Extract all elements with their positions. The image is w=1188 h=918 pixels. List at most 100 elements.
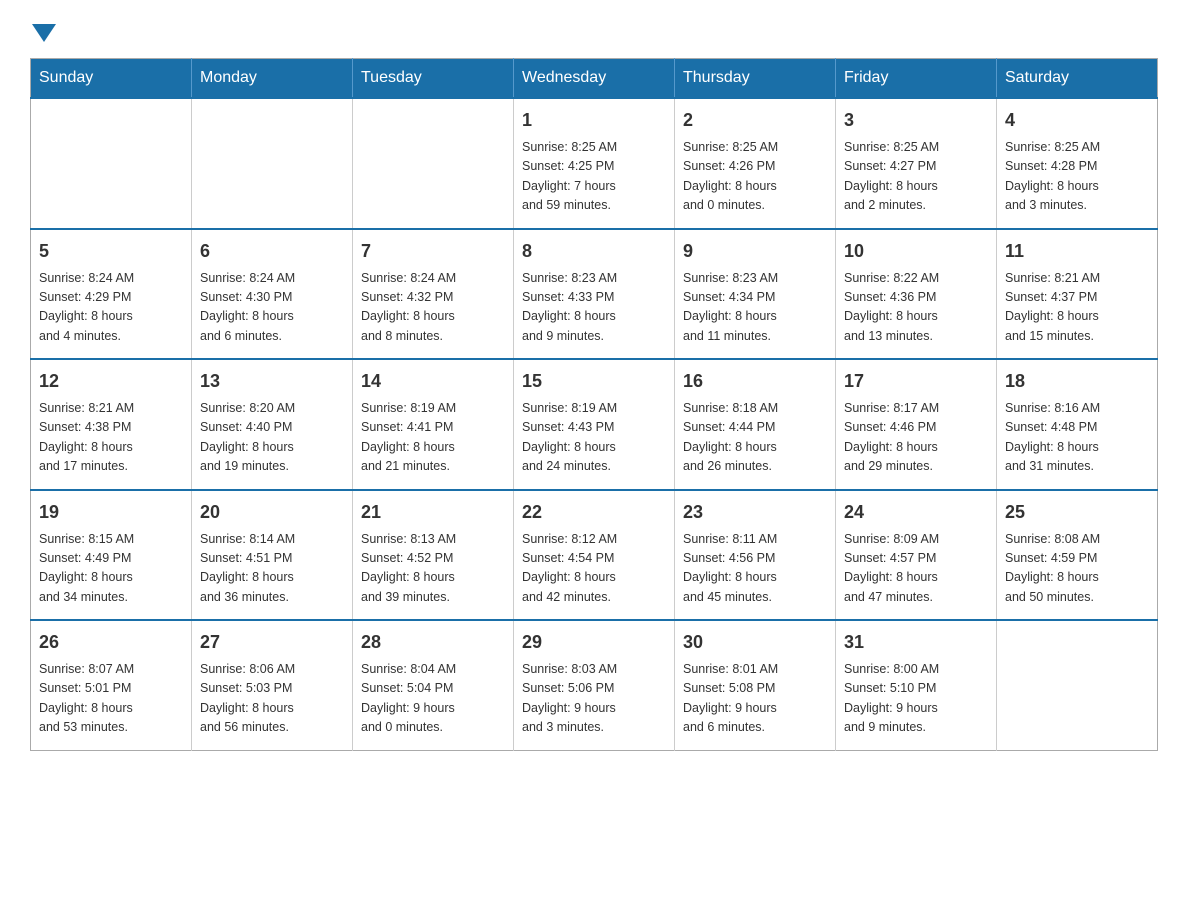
day-number: 22 bbox=[522, 499, 666, 526]
day-number: 13 bbox=[200, 368, 344, 395]
day-number: 26 bbox=[39, 629, 183, 656]
day-number: 6 bbox=[200, 238, 344, 265]
day-info: Sunrise: 8:03 AM Sunset: 5:06 PM Dayligh… bbox=[522, 660, 666, 738]
calendar-week-row: 19 Sunrise: 8:15 AM Sunset: 4:49 PM Dayli… bbox=[31, 490, 1158, 621]
calendar-cell: 11 Sunrise: 8:21 AM Sunset: 4:37 PM Dayli… bbox=[997, 229, 1158, 360]
calendar-cell: 9 Sunrise: 8:23 AM Sunset: 4:34 PM Daylig… bbox=[675, 229, 836, 360]
day-info: Sunrise: 8:14 AM Sunset: 4:51 PM Dayligh… bbox=[200, 530, 344, 608]
calendar-cell: 8 Sunrise: 8:23 AM Sunset: 4:33 PM Daylig… bbox=[514, 229, 675, 360]
calendar-cell: 12Sunrise: 8:21 AM Sunset: 4:38 PM Dayli… bbox=[31, 359, 192, 490]
calendar-cell: 19 Sunrise: 8:15 AM Sunset: 4:49 PM Dayli… bbox=[31, 490, 192, 621]
calendar-cell: 14 Sunrise: 8:19 AM Sunset: 4:41 PM Dayli… bbox=[353, 359, 514, 490]
calendar-cell: 6 Sunrise: 8:24 AM Sunset: 4:30 PM Daylig… bbox=[192, 229, 353, 360]
day-number: 11 bbox=[1005, 238, 1149, 265]
calendar-cell: 17 Sunrise: 8:17 AM Sunset: 4:46 PM Dayli… bbox=[836, 359, 997, 490]
calendar-cell: 25 Sunrise: 8:08 AM Sunset: 4:59 PM Dayli… bbox=[997, 490, 1158, 621]
day-number: 23 bbox=[683, 499, 827, 526]
day-number: 1 bbox=[522, 107, 666, 134]
day-info: Sunrise: 8:09 AM Sunset: 4:57 PM Dayligh… bbox=[844, 530, 988, 608]
calendar-cell bbox=[353, 98, 514, 229]
calendar-cell: 26Sunrise: 8:07 AM Sunset: 5:01 PM Dayli… bbox=[31, 620, 192, 750]
calendar-cell: 4 Sunrise: 8:25 AM Sunset: 4:28 PM Daylig… bbox=[997, 98, 1158, 229]
calendar-cell: 5 Sunrise: 8:24 AM Sunset: 4:29 PM Daylig… bbox=[31, 229, 192, 360]
calendar-week-row: 1 Sunrise: 8:25 AM Sunset: 4:25 PM Daylig… bbox=[31, 98, 1158, 229]
day-info: Sunrise: 8:23 AM Sunset: 4:34 PM Dayligh… bbox=[683, 269, 827, 347]
day-info: Sunrise: 8:16 AM Sunset: 4:48 PM Dayligh… bbox=[1005, 399, 1149, 477]
calendar-cell: 24 Sunrise: 8:09 AM Sunset: 4:57 PM Dayli… bbox=[836, 490, 997, 621]
calendar-cell: 1 Sunrise: 8:25 AM Sunset: 4:25 PM Daylig… bbox=[514, 98, 675, 229]
day-info: Sunrise: 8:24 AM Sunset: 4:29 PM Dayligh… bbox=[39, 269, 183, 347]
calendar-cell: 7 Sunrise: 8:24 AM Sunset: 4:32 PM Daylig… bbox=[353, 229, 514, 360]
day-of-week-header: Friday bbox=[836, 59, 997, 99]
day-number: 30 bbox=[683, 629, 827, 656]
day-number: 14 bbox=[361, 368, 505, 395]
logo-triangle-icon bbox=[32, 24, 56, 42]
day-number: 5 bbox=[39, 238, 183, 265]
day-number: 4 bbox=[1005, 107, 1149, 134]
day-number: 25 bbox=[1005, 499, 1149, 526]
calendar-header-row: SundayMondayTuesdayWednesdayThursdayFrid… bbox=[31, 59, 1158, 99]
day-number: 16 bbox=[683, 368, 827, 395]
day-number: 24 bbox=[844, 499, 988, 526]
day-info: Sunrise: 8:21 AM Sunset: 4:38 PM Dayligh… bbox=[39, 399, 183, 477]
calendar-cell: 30 Sunrise: 8:01 AM Sunset: 5:08 PM Dayli… bbox=[675, 620, 836, 750]
day-info: Sunrise: 8:25 AM Sunset: 4:26 PM Dayligh… bbox=[683, 138, 827, 216]
day-number: 8 bbox=[522, 238, 666, 265]
day-info: Sunrise: 8:18 AM Sunset: 4:44 PM Dayligh… bbox=[683, 399, 827, 477]
calendar-cell: 31Sunrise: 8:00 AM Sunset: 5:10 PM Dayli… bbox=[836, 620, 997, 750]
day-number: 15 bbox=[522, 368, 666, 395]
day-info: Sunrise: 8:00 AM Sunset: 5:10 PM Dayligh… bbox=[844, 660, 988, 738]
calendar-cell: 23Sunrise: 8:11 AM Sunset: 4:56 PM Dayli… bbox=[675, 490, 836, 621]
day-info: Sunrise: 8:25 AM Sunset: 4:28 PM Dayligh… bbox=[1005, 138, 1149, 216]
day-number: 28 bbox=[361, 629, 505, 656]
calendar-cell: 21 Sunrise: 8:13 AM Sunset: 4:52 PM Dayli… bbox=[353, 490, 514, 621]
day-number: 17 bbox=[844, 368, 988, 395]
day-info: Sunrise: 8:23 AM Sunset: 4:33 PM Dayligh… bbox=[522, 269, 666, 347]
calendar-cell: 3 Sunrise: 8:25 AM Sunset: 4:27 PM Daylig… bbox=[836, 98, 997, 229]
day-info: Sunrise: 8:01 AM Sunset: 5:08 PM Dayligh… bbox=[683, 660, 827, 738]
page-header bbox=[30, 20, 1158, 38]
day-of-week-header: Thursday bbox=[675, 59, 836, 99]
day-number: 10 bbox=[844, 238, 988, 265]
day-number: 27 bbox=[200, 629, 344, 656]
day-number: 20 bbox=[200, 499, 344, 526]
day-info: Sunrise: 8:19 AM Sunset: 4:43 PM Dayligh… bbox=[522, 399, 666, 477]
day-info: Sunrise: 8:04 AM Sunset: 5:04 PM Dayligh… bbox=[361, 660, 505, 738]
day-info: Sunrise: 8:15 AM Sunset: 4:49 PM Dayligh… bbox=[39, 530, 183, 608]
calendar-cell bbox=[192, 98, 353, 229]
day-number: 7 bbox=[361, 238, 505, 265]
calendar-week-row: 12Sunrise: 8:21 AM Sunset: 4:38 PM Dayli… bbox=[31, 359, 1158, 490]
calendar-cell bbox=[31, 98, 192, 229]
day-number: 3 bbox=[844, 107, 988, 134]
day-info: Sunrise: 8:24 AM Sunset: 4:30 PM Dayligh… bbox=[200, 269, 344, 347]
day-info: Sunrise: 8:08 AM Sunset: 4:59 PM Dayligh… bbox=[1005, 530, 1149, 608]
calendar-cell: 27 Sunrise: 8:06 AM Sunset: 5:03 PM Dayli… bbox=[192, 620, 353, 750]
day-of-week-header: Saturday bbox=[997, 59, 1158, 99]
day-info: Sunrise: 8:17 AM Sunset: 4:46 PM Dayligh… bbox=[844, 399, 988, 477]
logo bbox=[30, 20, 56, 38]
calendar-cell: 16 Sunrise: 8:18 AM Sunset: 4:44 PM Dayli… bbox=[675, 359, 836, 490]
day-number: 21 bbox=[361, 499, 505, 526]
day-number: 29 bbox=[522, 629, 666, 656]
calendar-cell: 20 Sunrise: 8:14 AM Sunset: 4:51 PM Dayli… bbox=[192, 490, 353, 621]
day-info: Sunrise: 8:13 AM Sunset: 4:52 PM Dayligh… bbox=[361, 530, 505, 608]
day-of-week-header: Sunday bbox=[31, 59, 192, 99]
calendar-cell: 28 Sunrise: 8:04 AM Sunset: 5:04 PM Dayli… bbox=[353, 620, 514, 750]
day-info: Sunrise: 8:21 AM Sunset: 4:37 PM Dayligh… bbox=[1005, 269, 1149, 347]
calendar-table: SundayMondayTuesdayWednesdayThursdayFrid… bbox=[30, 58, 1158, 751]
day-number: 9 bbox=[683, 238, 827, 265]
day-number: 18 bbox=[1005, 368, 1149, 395]
day-info: Sunrise: 8:25 AM Sunset: 4:25 PM Dayligh… bbox=[522, 138, 666, 216]
calendar-cell: 13Sunrise: 8:20 AM Sunset: 4:40 PM Dayli… bbox=[192, 359, 353, 490]
day-info: Sunrise: 8:22 AM Sunset: 4:36 PM Dayligh… bbox=[844, 269, 988, 347]
day-info: Sunrise: 8:24 AM Sunset: 4:32 PM Dayligh… bbox=[361, 269, 505, 347]
calendar-cell: 22Sunrise: 8:12 AM Sunset: 4:54 PM Dayli… bbox=[514, 490, 675, 621]
calendar-week-row: 26Sunrise: 8:07 AM Sunset: 5:01 PM Dayli… bbox=[31, 620, 1158, 750]
day-number: 19 bbox=[39, 499, 183, 526]
day-info: Sunrise: 8:19 AM Sunset: 4:41 PM Dayligh… bbox=[361, 399, 505, 477]
day-info: Sunrise: 8:25 AM Sunset: 4:27 PM Dayligh… bbox=[844, 138, 988, 216]
calendar-cell: 2Sunrise: 8:25 AM Sunset: 4:26 PM Daylig… bbox=[675, 98, 836, 229]
calendar-week-row: 5 Sunrise: 8:24 AM Sunset: 4:29 PM Daylig… bbox=[31, 229, 1158, 360]
calendar-cell: 18 Sunrise: 8:16 AM Sunset: 4:48 PM Dayli… bbox=[997, 359, 1158, 490]
day-info: Sunrise: 8:06 AM Sunset: 5:03 PM Dayligh… bbox=[200, 660, 344, 738]
